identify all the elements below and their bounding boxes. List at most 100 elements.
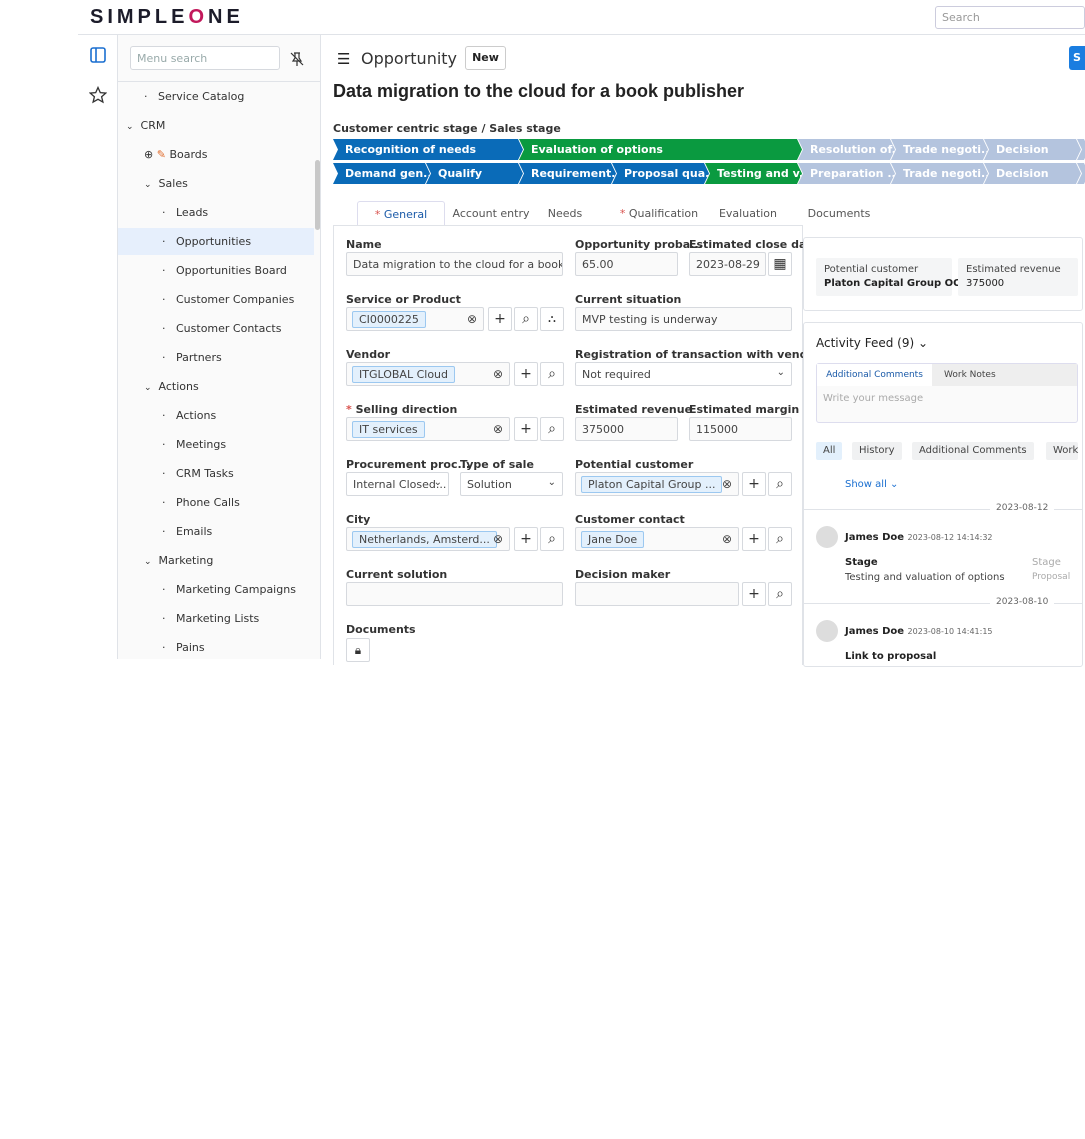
entry-author[interactable]: James Doe 2023-08-10 14:41:15 — [845, 626, 993, 637]
clear-icon[interactable]: ⊗ — [722, 532, 732, 546]
decision-maker-input[interactable] — [575, 582, 739, 606]
stage-done[interactable]: Demand gen... — [333, 163, 430, 184]
stage-done[interactable]: Qualify — [426, 163, 523, 184]
tab-qualification[interactable]: * Qualification — [607, 201, 711, 226]
tab-additional-comments[interactable]: Additional Comments — [817, 364, 932, 386]
name-input[interactable]: Data migration to the cloud for a book p… — [346, 252, 563, 276]
add-icon[interactable]: + — [742, 582, 766, 606]
search-icon[interactable]: ⌕ — [768, 582, 792, 606]
stage-future[interactable]: Decision — [984, 163, 1081, 184]
selling-input[interactable]: IT services ⊗ — [346, 417, 510, 441]
sidebar-item[interactable]: · Meetings — [118, 431, 314, 458]
est-margin-input[interactable]: 115000 — [689, 417, 792, 441]
show-all-link[interactable]: Show all ⌄ — [845, 479, 898, 490]
tab-work-notes[interactable]: Work Notes — [932, 364, 1077, 386]
global-search-input[interactable]: Search — [935, 6, 1085, 29]
sidebar-item[interactable]: · Phone Calls — [118, 489, 314, 516]
contact-input[interactable]: Jane Doe ⊗ — [575, 527, 739, 551]
sidebar-item[interactable]: ⌄ CRM — [118, 112, 314, 139]
service-input[interactable]: CI0000225 ⊗ — [346, 307, 484, 331]
search-icon[interactable]: ⌕ — [540, 362, 564, 386]
sidebar-item[interactable]: ⌄ Sales — [118, 170, 314, 197]
sidebar-item[interactable]: · Emails — [118, 518, 314, 545]
stage-done[interactable]: Recognition of needs — [333, 139, 523, 160]
sidebar-item[interactable]: · CRM Tasks — [118, 460, 314, 487]
sidebar-item[interactable]: · Marketing Campaigns — [118, 576, 314, 603]
add-icon[interactable]: + — [514, 527, 538, 551]
search-icon[interactable]: ⌕ — [768, 527, 792, 551]
hamburger-menu-icon[interactable]: ☰ — [337, 50, 350, 68]
clear-icon[interactable]: ⊗ — [467, 312, 477, 326]
stage-current[interactable]: Evaluation of options — [519, 139, 802, 160]
sidebar-item[interactable]: ⌄ Actions — [118, 373, 314, 400]
stage-done[interactable]: Requirement... — [519, 163, 616, 184]
city-input[interactable]: Netherlands, Amsterd... ⊗ — [346, 527, 510, 551]
probability-input[interactable]: 65.00 — [575, 252, 678, 276]
activity-title[interactable]: Activity Feed (9) ⌄ — [816, 336, 928, 350]
sidebar-item[interactable]: · Marketing Lists — [118, 605, 314, 632]
est-revenue-input[interactable]: 375000 — [575, 417, 678, 441]
filter-all[interactable]: All — [816, 442, 843, 460]
solution-input[interactable] — [346, 582, 563, 606]
search-icon[interactable]: ⌕ — [768, 472, 792, 496]
stage-future[interactable]: Trade negoti... — [891, 139, 988, 160]
sidebar-item[interactable]: · Pains — [118, 634, 314, 661]
add-icon[interactable]: + — [742, 527, 766, 551]
registration-select[interactable]: Not required ⌄ — [575, 362, 792, 386]
simpleone-logo[interactable]: SIMPLEONE — [90, 6, 244, 29]
situation-input[interactable]: MVP testing is underway — [575, 307, 792, 331]
unpin-icon[interactable] — [289, 51, 305, 67]
sidebar-item[interactable]: · Leads — [118, 199, 314, 226]
search-icon[interactable]: ⌕ — [540, 527, 564, 551]
tab-documents[interactable]: Documents — [799, 201, 879, 226]
sidebar-item[interactable]: ⊕ ✎ Boards — [118, 141, 314, 168]
close-date-input[interactable]: 2023-08-29 — [689, 252, 766, 276]
tab-account-entry[interactable]: Account entry — [443, 201, 539, 226]
clear-icon[interactable]: ⊗ — [722, 477, 732, 491]
vendor-input[interactable]: ITGLOBAL Cloud ⊗ — [346, 362, 510, 386]
sidebar-item[interactable]: ⌄ Marketing — [118, 547, 314, 574]
stage-future[interactable]: Preparation ... — [798, 163, 895, 184]
clear-icon[interactable]: ⊗ — [493, 532, 503, 546]
lock-icon[interactable]: 🔒︎ — [346, 638, 370, 662]
sidebar-item[interactable]: · Opportunities — [118, 228, 314, 255]
sale-type-select[interactable]: Solution ⌄ — [460, 472, 563, 496]
new-button[interactable]: New — [465, 46, 506, 70]
procurement-select[interactable]: Internal Closed... ⌄ — [346, 472, 449, 496]
sidebar-item[interactable]: · Opportunities Board — [118, 257, 314, 284]
add-icon[interactable]: + — [514, 417, 538, 441]
search-icon[interactable]: ⌕ — [514, 307, 538, 331]
sidebar-item[interactable]: · Customer Contacts — [118, 315, 314, 342]
sidebar-panel-icon[interactable] — [90, 47, 106, 63]
stage-current[interactable]: Testing and v... — [705, 163, 802, 184]
tab-evaluation[interactable]: Evaluation — [713, 201, 783, 226]
filter-work-notes[interactable]: Work — [1046, 442, 1079, 460]
sidebar-item[interactable]: · Actions — [118, 402, 314, 429]
message-input[interactable]: Write your message — [823, 393, 923, 404]
sidebar-item[interactable]: · Partners — [118, 344, 314, 371]
star-icon[interactable] — [89, 86, 107, 104]
filter-additional-comments[interactable]: Additional Comments — [912, 442, 1034, 460]
calendar-icon[interactable]: ▦ — [768, 252, 792, 276]
add-icon[interactable]: + — [488, 307, 512, 331]
sidebar-item[interactable]: · Service Catalog — [118, 83, 314, 110]
stage-future[interactable]: Resolution of... — [798, 139, 895, 160]
hierarchy-icon[interactable]: ⛬ — [540, 307, 564, 331]
entry-author[interactable]: James Doe 2023-08-12 14:14:32 — [845, 532, 993, 543]
tab-general[interactable]: * General — [357, 201, 445, 226]
stage-future[interactable]: Decision — [984, 139, 1081, 160]
add-icon[interactable]: + — [514, 362, 538, 386]
menu-search-input[interactable]: Menu search — [130, 46, 280, 70]
clear-icon[interactable]: ⊗ — [493, 367, 503, 381]
customer-input[interactable]: Platon Capital Group ... ⊗ — [575, 472, 739, 496]
search-icon[interactable]: ⌕ — [540, 417, 564, 441]
sidebar-scrollbar[interactable] — [315, 160, 320, 230]
stage-done[interactable]: Proposal qua... — [612, 163, 709, 184]
tab-needs[interactable]: Needs — [539, 201, 591, 226]
filter-history[interactable]: History — [852, 442, 902, 460]
save-button[interactable]: S — [1069, 46, 1085, 70]
sidebar-item[interactable]: · Customer Companies — [118, 286, 314, 313]
stage-future[interactable]: Trade negoti... — [891, 163, 988, 184]
clear-icon[interactable]: ⊗ — [493, 422, 503, 436]
add-icon[interactable]: + — [742, 472, 766, 496]
